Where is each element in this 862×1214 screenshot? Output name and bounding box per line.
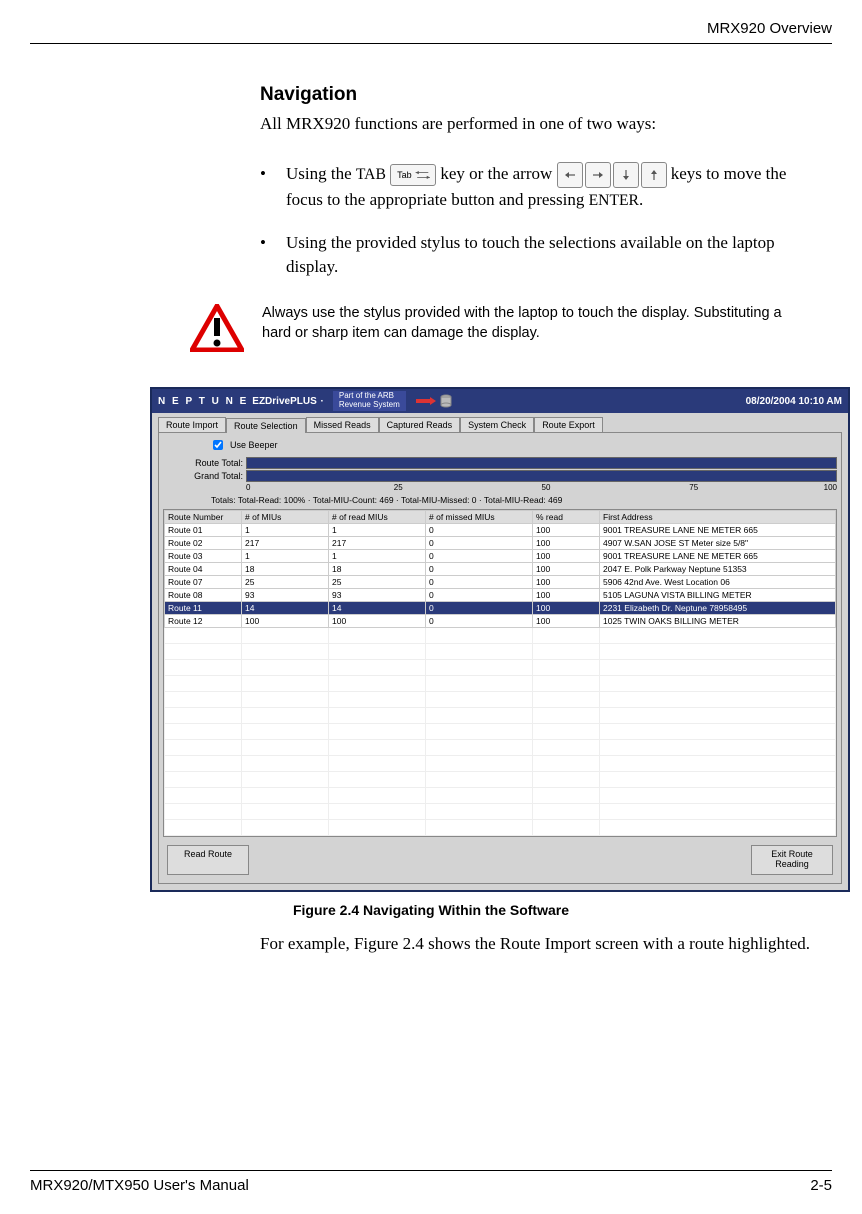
table-row (165, 724, 836, 740)
bullet1-text-a: Using the (286, 164, 356, 183)
arrow-up-icon (641, 162, 667, 188)
table-row[interactable]: Route 011101009001 TREASURE LANE NE METE… (165, 524, 836, 537)
beeper-row: Use Beeper (209, 437, 837, 453)
table-row (165, 804, 836, 820)
app-screenshot: N E P T U N E EZDrivePLUS · Part of the … (150, 387, 850, 892)
product-text: EZDrivePLUS (252, 396, 316, 407)
table-row (165, 740, 836, 756)
closing-text: For example, Figure 2.4 shows the Route … (260, 932, 822, 956)
route-total-row: Route Total: (163, 457, 837, 469)
header-title: MRX920 Overview (707, 20, 832, 37)
bullet-dot: • (260, 231, 286, 280)
beeper-label: Use Beeper (230, 440, 278, 450)
section-title: Navigation (260, 84, 822, 106)
bullet-item-2: • Using the provided stylus to touch the… (260, 231, 822, 280)
table-row (165, 644, 836, 660)
tab-smallcaps: TAB (356, 166, 386, 183)
table-row[interactable]: Route 08939301005105 LAGUNA VISTA BILLIN… (165, 589, 836, 602)
route-grid[interactable]: Route Number # of MIUs # of read MIUs # … (163, 509, 837, 837)
arrow-keys-icon (557, 162, 667, 188)
tab-route-import[interactable]: Route Import (158, 417, 226, 432)
datetime: 08/20/2004 10:10 AM (746, 396, 842, 407)
table-row (165, 820, 836, 836)
table-row (165, 676, 836, 692)
beeper-checkbox[interactable] (213, 440, 223, 450)
page-footer: MRX920/MTX950 User's Manual 2-5 (30, 1170, 832, 1194)
arrow-left-icon (557, 162, 583, 188)
table-row[interactable]: Route 0221721701004907 W.SAN JOSE ST Met… (165, 537, 836, 550)
tab-captured-reads[interactable]: Captured Reads (379, 417, 461, 432)
grand-total-row: Grand Total: (163, 470, 837, 482)
grid-header: Route Number # of MIUs # of read MIUs # … (165, 511, 836, 524)
table-row (165, 756, 836, 772)
bullet2-text: Using the provided stylus to touch the s… (286, 231, 822, 280)
warning-icon (190, 304, 244, 357)
bullet-dot: • (260, 162, 286, 213)
table-row[interactable]: Route 07252501005906 42nd Ave. West Loca… (165, 576, 836, 589)
grand-total-label: Grand Total: (163, 471, 246, 481)
bullet1-text-b: key or the arrow (440, 164, 556, 183)
tab-route-selection[interactable]: Route Selection (226, 418, 306, 433)
warning-text: Always use the stylus provided with the … (262, 304, 812, 343)
tab-panel: Use Beeper Route Total: Grand Total: 0 2… (158, 432, 842, 884)
table-row (165, 772, 836, 788)
tab-route-export[interactable]: Route Export (534, 417, 603, 432)
footer-left: MRX920/MTX950 User's Manual (30, 1177, 249, 1194)
bullet-item-1: • Using the TAB Tab key or the arrow key… (260, 162, 822, 213)
page-header: MRX920 Overview (30, 20, 832, 44)
enter-smallcaps: ENTER (589, 192, 639, 209)
grand-total-bar (246, 470, 837, 482)
subtitle-box: Part of the ARB Revenue System (333, 391, 406, 411)
totals-line: Totals: Total-Read: 100% · Total-MIU-Cou… (211, 495, 837, 505)
sync-icon (416, 394, 452, 408)
table-row (165, 708, 836, 724)
arrow-right-icon (585, 162, 611, 188)
table-row[interactable]: Route 031101009001 TREASURE LANE NE METE… (165, 550, 836, 563)
titlebar: N E P T U N E EZDrivePLUS · Part of the … (152, 389, 848, 413)
tab-key-icon: Tab (390, 164, 436, 186)
arrow-down-icon (613, 162, 639, 188)
warning-block: Always use the stylus provided with the … (190, 304, 812, 357)
button-row: Read Route Exit Route Reading (163, 837, 837, 879)
table-row (165, 788, 836, 804)
read-route-button[interactable]: Read Route (167, 845, 249, 875)
route-total-label: Route Total: (163, 458, 246, 468)
tab-missed-reads[interactable]: Missed Reads (306, 417, 379, 432)
table-row[interactable]: Route 04181801002047 E. Polk Parkway Nep… (165, 563, 836, 576)
route-total-bar (246, 457, 837, 469)
app-window: N E P T U N E EZDrivePLUS · Part of the … (150, 387, 850, 892)
bullet1-text-d: . (639, 190, 643, 209)
brand-text: N E P T U N E (158, 396, 248, 407)
table-row[interactable]: Route 1210010001001025 TWIN OAKS BILLING… (165, 615, 836, 628)
footer-right: 2-5 (810, 1177, 832, 1194)
table-row (165, 660, 836, 676)
figure-caption: Figure 2.4 Navigating Within the Softwar… (30, 902, 832, 918)
tab-system-check[interactable]: System Check (460, 417, 534, 432)
section-intro: All MRX920 functions are performed in on… (260, 114, 822, 134)
table-row[interactable]: Route 11141401002231 Elizabeth Dr. Neptu… (165, 602, 836, 615)
table-row (165, 692, 836, 708)
table-row (165, 628, 836, 644)
exit-route-reading-button[interactable]: Exit Route Reading (751, 845, 833, 875)
scale-row: 0 25 50 75 100 (246, 483, 837, 493)
tab-strip: Route Import Route Selection Missed Read… (152, 413, 848, 432)
